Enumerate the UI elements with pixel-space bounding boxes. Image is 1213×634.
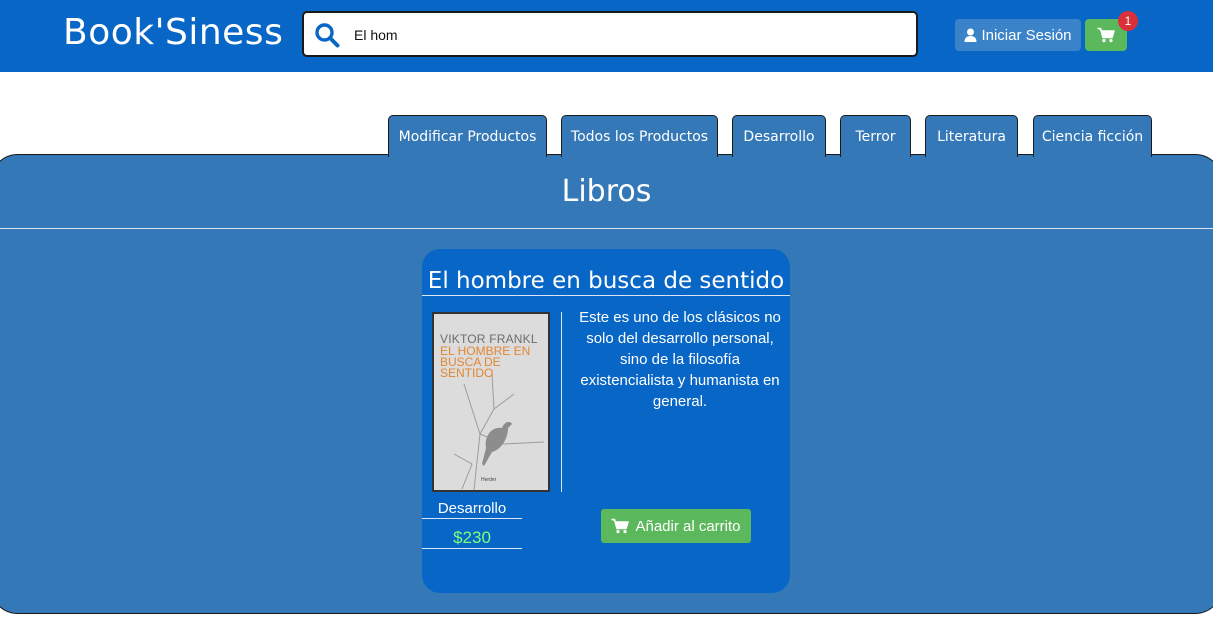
card-vertical-divider xyxy=(561,312,562,492)
book-cover-image: VIKTOR FRANKL EL HOMBRE EN BUSCA DE SENT… xyxy=(432,312,550,492)
user-icon xyxy=(964,28,977,42)
product-title-divider xyxy=(422,295,790,296)
product-category: Desarrollo xyxy=(437,500,507,517)
cover-title: EL HOMBRE EN BUSCA DE SENTIDO xyxy=(440,344,531,380)
tab-modificar-productos[interactable]: Modificar Productos xyxy=(388,115,547,157)
search-icon[interactable] xyxy=(314,22,340,48)
category-divider xyxy=(422,518,522,519)
tab-literatura[interactable]: Literatura xyxy=(925,115,1018,157)
product-price: $230 xyxy=(453,528,491,547)
product-description: Este es uno de los clásicos no solo del … xyxy=(579,309,781,410)
tab-ciencia-ficcion[interactable]: Ciencia ficción xyxy=(1033,115,1152,157)
tab-todos-los-productos[interactable]: Todos los Productos xyxy=(561,115,718,157)
search-box[interactable] xyxy=(302,11,918,57)
section-title: Libros xyxy=(561,174,652,209)
add-to-cart-button[interactable]: Añadir al carrito xyxy=(601,509,751,543)
add-to-cart-label: Añadir al carrito xyxy=(635,517,741,535)
top-bar: Book'Siness Iniciar Sesión 1 xyxy=(0,0,1213,72)
cart-icon xyxy=(1097,27,1115,43)
section-divider xyxy=(0,228,1213,229)
cart-count-badge: 1 xyxy=(1118,11,1138,31)
cover-publisher: Herder xyxy=(481,477,497,483)
brand-logo[interactable]: Book'Siness xyxy=(63,12,283,53)
cart-icon xyxy=(611,518,630,534)
login-button[interactable]: Iniciar Sesión xyxy=(955,19,1081,51)
tab-terror[interactable]: Terror xyxy=(840,115,911,157)
search-input[interactable] xyxy=(354,23,894,47)
tab-desarrollo[interactable]: Desarrollo xyxy=(732,115,826,157)
login-label: Iniciar Sesión xyxy=(981,26,1072,44)
product-title: El hombre en busca de sentido xyxy=(427,268,785,294)
price-divider xyxy=(422,548,522,549)
